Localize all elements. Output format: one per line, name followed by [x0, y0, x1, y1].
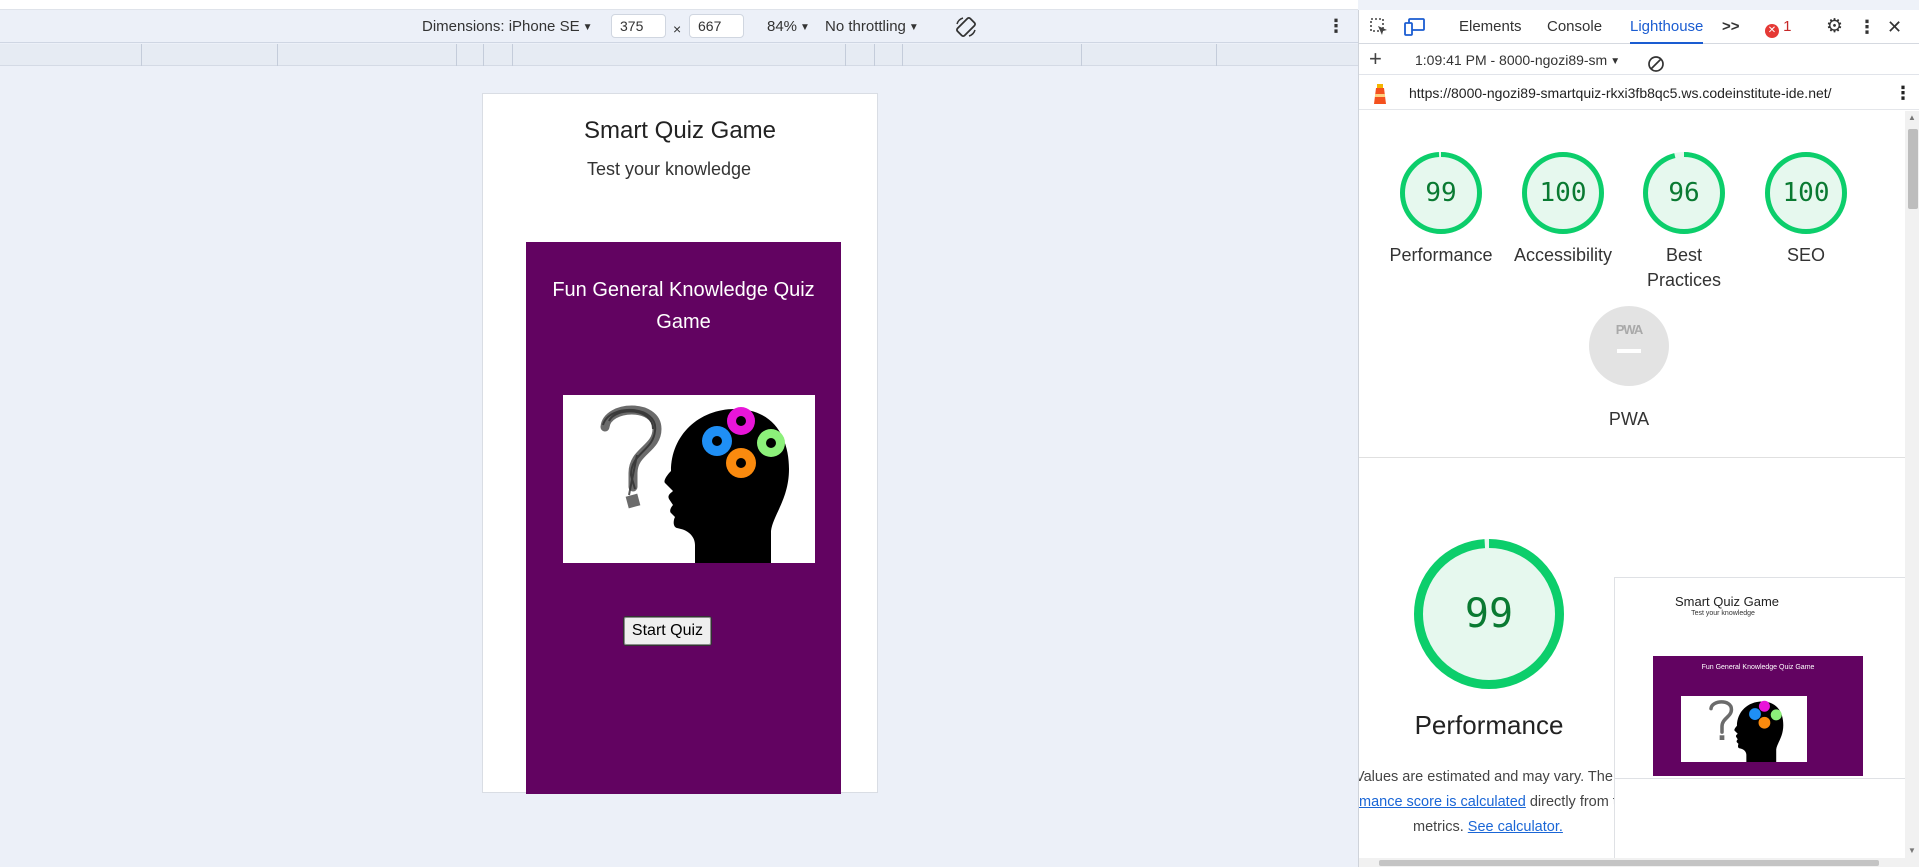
tab-lighthouse[interactable]: Lighthouse — [1630, 10, 1704, 44]
dimensions-select[interactable]: Dimensions: iPhone SE ▼ — [422, 10, 593, 43]
lighthouse-icon — [1371, 82, 1389, 104]
gauge-seo[interactable]: 100 — [1764, 151, 1848, 235]
gauge-best-practices-value: 96 — [1668, 178, 1700, 208]
quiz-heading: Fun General Knowledge Quiz Game — [552, 279, 815, 333]
top-strip — [0, 0, 1358, 10]
report-url: https://8000-ngozi89-smartquiz-rkxi3fb8q… — [1409, 85, 1832, 101]
tab-console[interactable]: Console — [1547, 10, 1602, 44]
devtools-menu-icon[interactable]: ⋮ — [1858, 10, 1876, 44]
dropdown-caret-icon: ▼ — [800, 22, 810, 33]
more-tabs-icon[interactable]: >> — [1722, 10, 1740, 44]
device-toolbar: Dimensions: iPhone SE ▼ 375 × 667 84% ▼ No… — [0, 10, 1358, 43]
zoom-value: 84% — [767, 18, 798, 35]
report-select-value: 1:09:41 PM - 8000-ngozi89-sm — [1415, 52, 1608, 68]
thumbnail-brain-image — [1681, 696, 1807, 762]
devtools-panel: Elements Console Lighthouse >> ✕ 1 ⚙ ⋮ ✕… — [1358, 10, 1919, 867]
pwa-label: PWA — [1608, 409, 1650, 429]
gauge-best-practices-label: Best Practices — [1646, 245, 1722, 290]
throttling-select[interactable]: No throttling ▼ — [825, 10, 919, 43]
quiz-brain-image — [563, 395, 815, 563]
metrics-note-line-1: Values are estimated and may vary. The — [1359, 769, 1613, 785]
gauge-best-practices[interactable]: 96 — [1642, 151, 1726, 235]
width-input[interactable]: 375 — [611, 14, 666, 38]
lighthouse-report: 99 Performance 100 Accessibility 96 Best… — [1359, 111, 1905, 867]
error-icon: ✕ — [1765, 24, 1779, 38]
quiz-panel: Fun General Knowledge Quiz Game Start Qu… — [526, 242, 841, 794]
section-divider — [1359, 457, 1905, 458]
pwa-badge-icon[interactable]: PWA — [1589, 306, 1669, 386]
thumbnail-quiz-panel: Fun General Knowledge Quiz Game — [1653, 656, 1863, 776]
horizontal-scrollbar[interactable] — [1359, 858, 1905, 867]
more-options-icon[interactable]: ⋮ — [1327, 10, 1345, 43]
times-symbol: × — [673, 21, 682, 37]
gauge-performance-value: 99 — [1425, 178, 1457, 208]
clear-reports-icon[interactable] — [1647, 51, 1665, 72]
height-input[interactable]: 667 — [689, 14, 744, 38]
start-quiz-button[interactable]: Start Quiz — [623, 616, 712, 646]
page-title: Smart Quiz Game — [583, 117, 777, 144]
device-viewport: Smart Quiz Game Test your knowledge Fun … — [482, 93, 878, 794]
device-emulation-area: Dimensions: iPhone SE ▼ 375 × 667 84% ▼ No… — [0, 0, 1358, 867]
rotate-icon[interactable] — [954, 15, 978, 37]
settings-gear-icon[interactable]: ⚙ — [1826, 10, 1843, 44]
media-query-ruler — [0, 44, 1358, 66]
gauge-accessibility[interactable]: 100 — [1521, 151, 1605, 235]
inspect-element-icon[interactable] — [1369, 16, 1389, 38]
dropdown-caret-icon: ▼ — [582, 22, 593, 33]
error-counter[interactable]: ✕ 1 — [1765, 10, 1792, 44]
performance-big-value: 99 — [1464, 591, 1514, 637]
dimensions-label: Dimensions: iPhone SE — [422, 18, 580, 35]
vertical-scrollbar[interactable]: ▲ ▼ — [1905, 111, 1919, 867]
new-report-icon[interactable]: + — [1369, 42, 1382, 76]
gauge-performance[interactable]: 99 — [1399, 151, 1483, 235]
see-calculator-link[interactable]: See calculator. — [1468, 819, 1563, 835]
error-count: 1 — [1783, 18, 1792, 35]
horizontal-scrollbar-thumb[interactable] — [1379, 860, 1879, 866]
tab-elements[interactable]: Elements — [1459, 10, 1522, 44]
gauge-seo-label: SEO — [1786, 245, 1825, 265]
throttling-value: No throttling — [825, 18, 906, 35]
scrollbar-thumb[interactable] — [1908, 129, 1918, 209]
devtools-tab-bar: Elements Console Lighthouse >> ✕ 1 ⚙ ⋮ ✕ — [1359, 10, 1919, 44]
final-screenshot-thumbnail[interactable]: Smart Quiz Game Test your knowledge Fun … — [1614, 577, 1905, 867]
dropdown-caret-icon: ▼ — [908, 22, 919, 33]
report-select[interactable]: 1:09:41 PM - 8000-ngozi89-sm ▼ — [1415, 45, 1620, 75]
gauge-accessibility-label: Accessibility — [1513, 245, 1613, 265]
close-icon[interactable]: ✕ — [1887, 10, 1902, 44]
gauge-seo-value: 100 — [1782, 178, 1830, 208]
device-toggle-icon[interactable] — [1404, 16, 1426, 38]
zoom-select[interactable]: 84% ▼ — [767, 10, 810, 43]
score-calculated-link[interactable]: mance score is calculated — [1359, 794, 1526, 810]
report-url-bar: https://8000-ngozi89-smartquiz-rkxi3fb8q… — [1359, 76, 1919, 110]
performance-big-label: Performance — [1414, 710, 1564, 740]
lighthouse-toolbar: + 1:09:41 PM - 8000-ngozi89-sm ▼ — [1359, 45, 1919, 75]
report-menu-icon[interactable]: ⋮ — [1894, 76, 1912, 110]
performance-big-gauge: 99 — [1413, 538, 1565, 690]
gauge-performance-label: Performance — [1389, 245, 1493, 265]
dropdown-caret-icon: ▼ — [1610, 56, 1621, 67]
gauge-accessibility-value: 100 — [1539, 178, 1587, 208]
page-subtitle: Test your knowledge — [586, 159, 752, 179]
